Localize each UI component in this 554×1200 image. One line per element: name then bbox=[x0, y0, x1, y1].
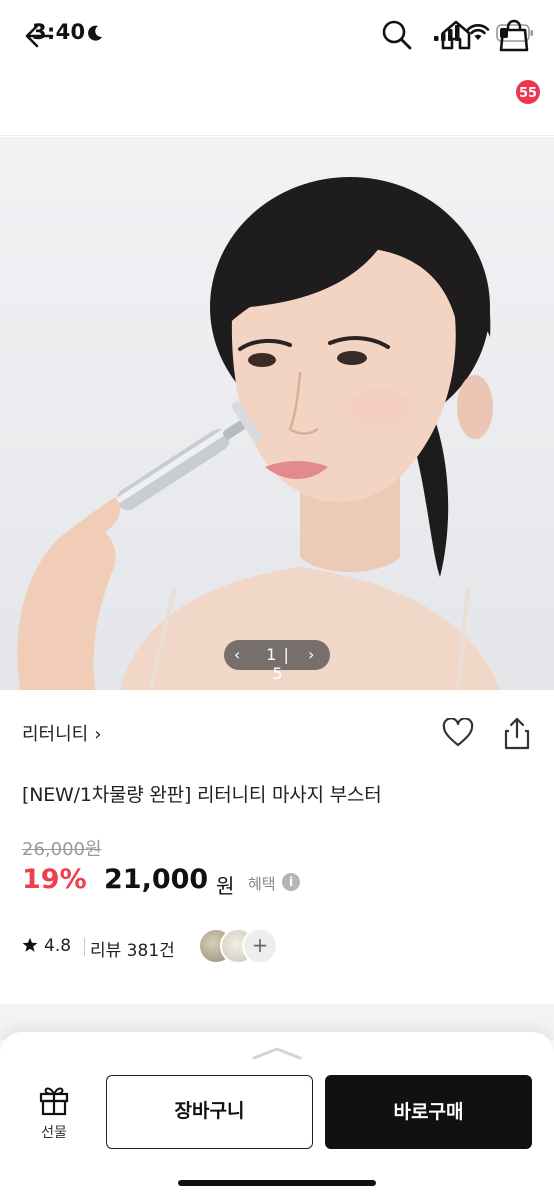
chevron-up-icon[interactable] bbox=[252, 1046, 302, 1060]
gift-button[interactable]: 선물 bbox=[30, 1084, 78, 1144]
divider bbox=[84, 938, 85, 956]
add-to-cart-button[interactable]: 장바구니 bbox=[106, 1075, 313, 1149]
info-icon[interactable]: i bbox=[282, 873, 300, 891]
share-icon[interactable] bbox=[504, 716, 530, 750]
discount-rate: 19% bbox=[22, 864, 87, 895]
chevron-left-icon[interactable]: ‹ bbox=[234, 645, 240, 664]
search-icon[interactable] bbox=[380, 18, 414, 52]
home-icon[interactable] bbox=[438, 17, 474, 53]
chevron-right-icon: › bbox=[94, 724, 102, 745]
currency-unit: 원 bbox=[216, 874, 235, 898]
image-pager[interactable]: ‹ 1 | 5 › bbox=[224, 640, 330, 683]
chevron-right-icon[interactable]: › bbox=[308, 645, 314, 664]
back-arrow-icon[interactable] bbox=[22, 18, 58, 54]
more-photos-plus-icon[interactable]: + bbox=[242, 928, 278, 964]
sale-price: 21,000 bbox=[104, 864, 209, 895]
brand-name: 리터니티 bbox=[22, 724, 89, 745]
gift-icon bbox=[39, 1087, 69, 1116]
product-title: [NEW/1차물량 완판] 리터니티 마사지 부스터 bbox=[22, 784, 382, 806]
moon-icon bbox=[88, 25, 102, 41]
brand-link[interactable]: 리터니티 › bbox=[22, 720, 101, 746]
gift-label: 선물 bbox=[41, 1125, 67, 1141]
heart-icon[interactable] bbox=[442, 718, 474, 748]
rating-value: 4.8 bbox=[44, 936, 72, 956]
shopping-bag-icon[interactable] bbox=[496, 18, 534, 54]
product-image-carousel[interactable] bbox=[0, 137, 554, 690]
top-nav-bar bbox=[0, 64, 554, 136]
pager-counter: 1 | 5 bbox=[266, 645, 290, 683]
buy-now-button[interactable]: 바로구매 bbox=[325, 1075, 532, 1149]
home-indicator[interactable] bbox=[178, 1180, 376, 1186]
benefit-label[interactable]: 혜택 bbox=[248, 873, 276, 894]
review-count: 리뷰 381건 bbox=[90, 941, 175, 961]
original-price: 26,000원 bbox=[22, 839, 102, 860]
star-icon bbox=[22, 937, 38, 952]
product-model-image bbox=[17, 177, 500, 690]
cart-count-badge: 55 bbox=[514, 78, 542, 106]
